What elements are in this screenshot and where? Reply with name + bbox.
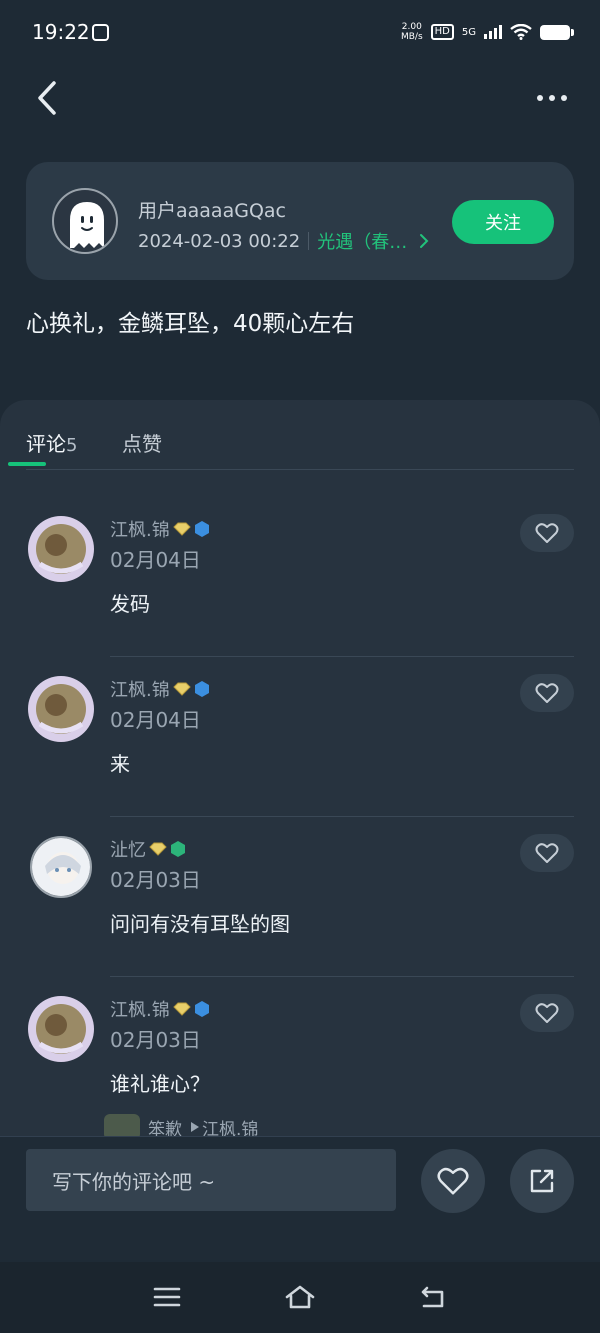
blue-hex-badge-icon bbox=[194, 681, 209, 697]
menu-button[interactable] bbox=[147, 1282, 187, 1312]
system-nav-bar bbox=[0, 1262, 600, 1333]
author-card: 用户aaaaaGQac 2024-02-03 00:22 光遇（春… 关注 bbox=[26, 162, 574, 280]
comments-count: 5 bbox=[66, 435, 78, 456]
network-type: 5G bbox=[461, 26, 476, 38]
avatar[interactable] bbox=[26, 994, 96, 1064]
follow-button[interactable]: 关注 bbox=[452, 200, 554, 244]
meta-divider bbox=[308, 232, 310, 250]
system-back-button[interactable] bbox=[413, 1282, 453, 1312]
like-button[interactable] bbox=[421, 1149, 485, 1213]
comment-bar: 写下你的评论吧 ~ bbox=[0, 1136, 600, 1260]
comments-panel: 评论5 点赞 江枫.锦 02月04日 发码 江枫.锦 02月04日 来 沚忆 0… bbox=[0, 400, 600, 1140]
post-datetime: 2024-02-03 00:22 bbox=[138, 230, 301, 252]
comment-divider bbox=[110, 656, 574, 657]
comment-like-button[interactable] bbox=[520, 514, 574, 552]
more-button[interactable] bbox=[532, 88, 572, 108]
heart-icon bbox=[535, 683, 559, 703]
status-bar: 19:22 2.00 MB/s HD 5G bbox=[0, 0, 600, 66]
back-button[interactable] bbox=[30, 78, 70, 118]
comment-user[interactable]: 江枫.锦 bbox=[110, 996, 210, 1022]
share-icon bbox=[530, 1169, 554, 1193]
comment-date: 02月03日 bbox=[110, 868, 201, 892]
tab-bar: 评论5 点赞 bbox=[26, 426, 574, 470]
diamond-badge-icon bbox=[149, 842, 167, 856]
signal-icon bbox=[484, 25, 502, 39]
heart-icon bbox=[437, 1167, 469, 1195]
home-icon bbox=[285, 1285, 315, 1309]
hd-icon: HD bbox=[430, 24, 454, 40]
comment-text: 谁礼谁心？ bbox=[110, 1072, 210, 1096]
chevron-left-icon bbox=[38, 81, 56, 115]
diamond-badge-icon bbox=[173, 1002, 191, 1016]
comment-user[interactable]: 江枫.锦 bbox=[110, 676, 210, 702]
author-name[interactable]: 用户aaaaaGQac bbox=[138, 196, 286, 223]
comment-user[interactable]: 江枫.锦 bbox=[110, 516, 210, 542]
comment-user[interactable]: 沚忆 bbox=[110, 836, 186, 862]
comment-item: 沚忆 02月03日 问问有没有耳坠的图 bbox=[0, 826, 600, 986]
comment-input[interactable]: 写下你的评论吧 ~ bbox=[26, 1149, 396, 1211]
wifi-icon bbox=[510, 24, 532, 40]
diamond-badge-icon bbox=[173, 522, 191, 536]
back-icon bbox=[421, 1286, 444, 1308]
comment-text: 来 bbox=[110, 752, 130, 776]
blue-hex-badge-icon bbox=[194, 1001, 209, 1017]
heart-icon bbox=[535, 523, 559, 543]
post-text: 心换礼，金鳞耳坠，40颗心左右 bbox=[26, 311, 355, 337]
diamond-badge-icon bbox=[173, 682, 191, 696]
battery-icon bbox=[540, 24, 574, 40]
comment-item: 江枫.锦 02月04日 发码 bbox=[0, 506, 600, 666]
comment-divider bbox=[110, 816, 574, 817]
gallery-icon bbox=[92, 24, 109, 41]
comment-date: 02月04日 bbox=[110, 548, 201, 572]
tab-likes[interactable]: 点赞 bbox=[122, 428, 162, 457]
comment-item: 江枫.锦 02月03日 谁礼谁心？ bbox=[0, 986, 600, 1140]
more-horizontal-icon bbox=[537, 95, 543, 101]
heart-icon bbox=[535, 1003, 559, 1023]
game-link[interactable]: 光遇（春… bbox=[317, 228, 407, 254]
comment-like-button[interactable] bbox=[520, 834, 574, 872]
avatar[interactable] bbox=[26, 674, 96, 744]
share-button[interactable] bbox=[510, 1149, 574, 1213]
tab-comments[interactable]: 评论5 bbox=[26, 428, 77, 457]
home-button[interactable] bbox=[280, 1282, 320, 1312]
tab-indicator bbox=[8, 462, 46, 466]
comment-item: 江枫.锦 02月04日 来 bbox=[0, 666, 600, 826]
comment-like-button[interactable] bbox=[520, 994, 574, 1032]
comment-date: 02月04日 bbox=[110, 708, 201, 732]
comment-like-button[interactable] bbox=[520, 674, 574, 712]
green-hex-badge-icon bbox=[171, 841, 185, 857]
menu-icon bbox=[153, 1287, 181, 1307]
status-time: 19:22 bbox=[32, 20, 90, 44]
status-icons: 2.00 MB/s HD 5G bbox=[400, 22, 574, 42]
comment-date: 02月03日 bbox=[110, 1028, 201, 1052]
ghost-avatar-icon bbox=[70, 202, 104, 248]
avatar[interactable] bbox=[52, 188, 118, 254]
avatar[interactable] bbox=[30, 836, 92, 898]
heart-icon bbox=[535, 843, 559, 863]
comment-text: 发码 bbox=[110, 592, 150, 616]
blue-hex-badge-icon bbox=[194, 521, 209, 537]
network-speed: 2.00 MB/s bbox=[400, 22, 423, 42]
author-meta: 2024-02-03 00:22 光遇（春… bbox=[138, 228, 433, 254]
comment-text: 问问有没有耳坠的图 bbox=[110, 912, 290, 936]
comment-divider bbox=[110, 976, 574, 977]
reply-arrow-icon bbox=[191, 1122, 199, 1132]
avatar[interactable] bbox=[26, 514, 96, 584]
chevron-right-icon bbox=[420, 234, 429, 248]
